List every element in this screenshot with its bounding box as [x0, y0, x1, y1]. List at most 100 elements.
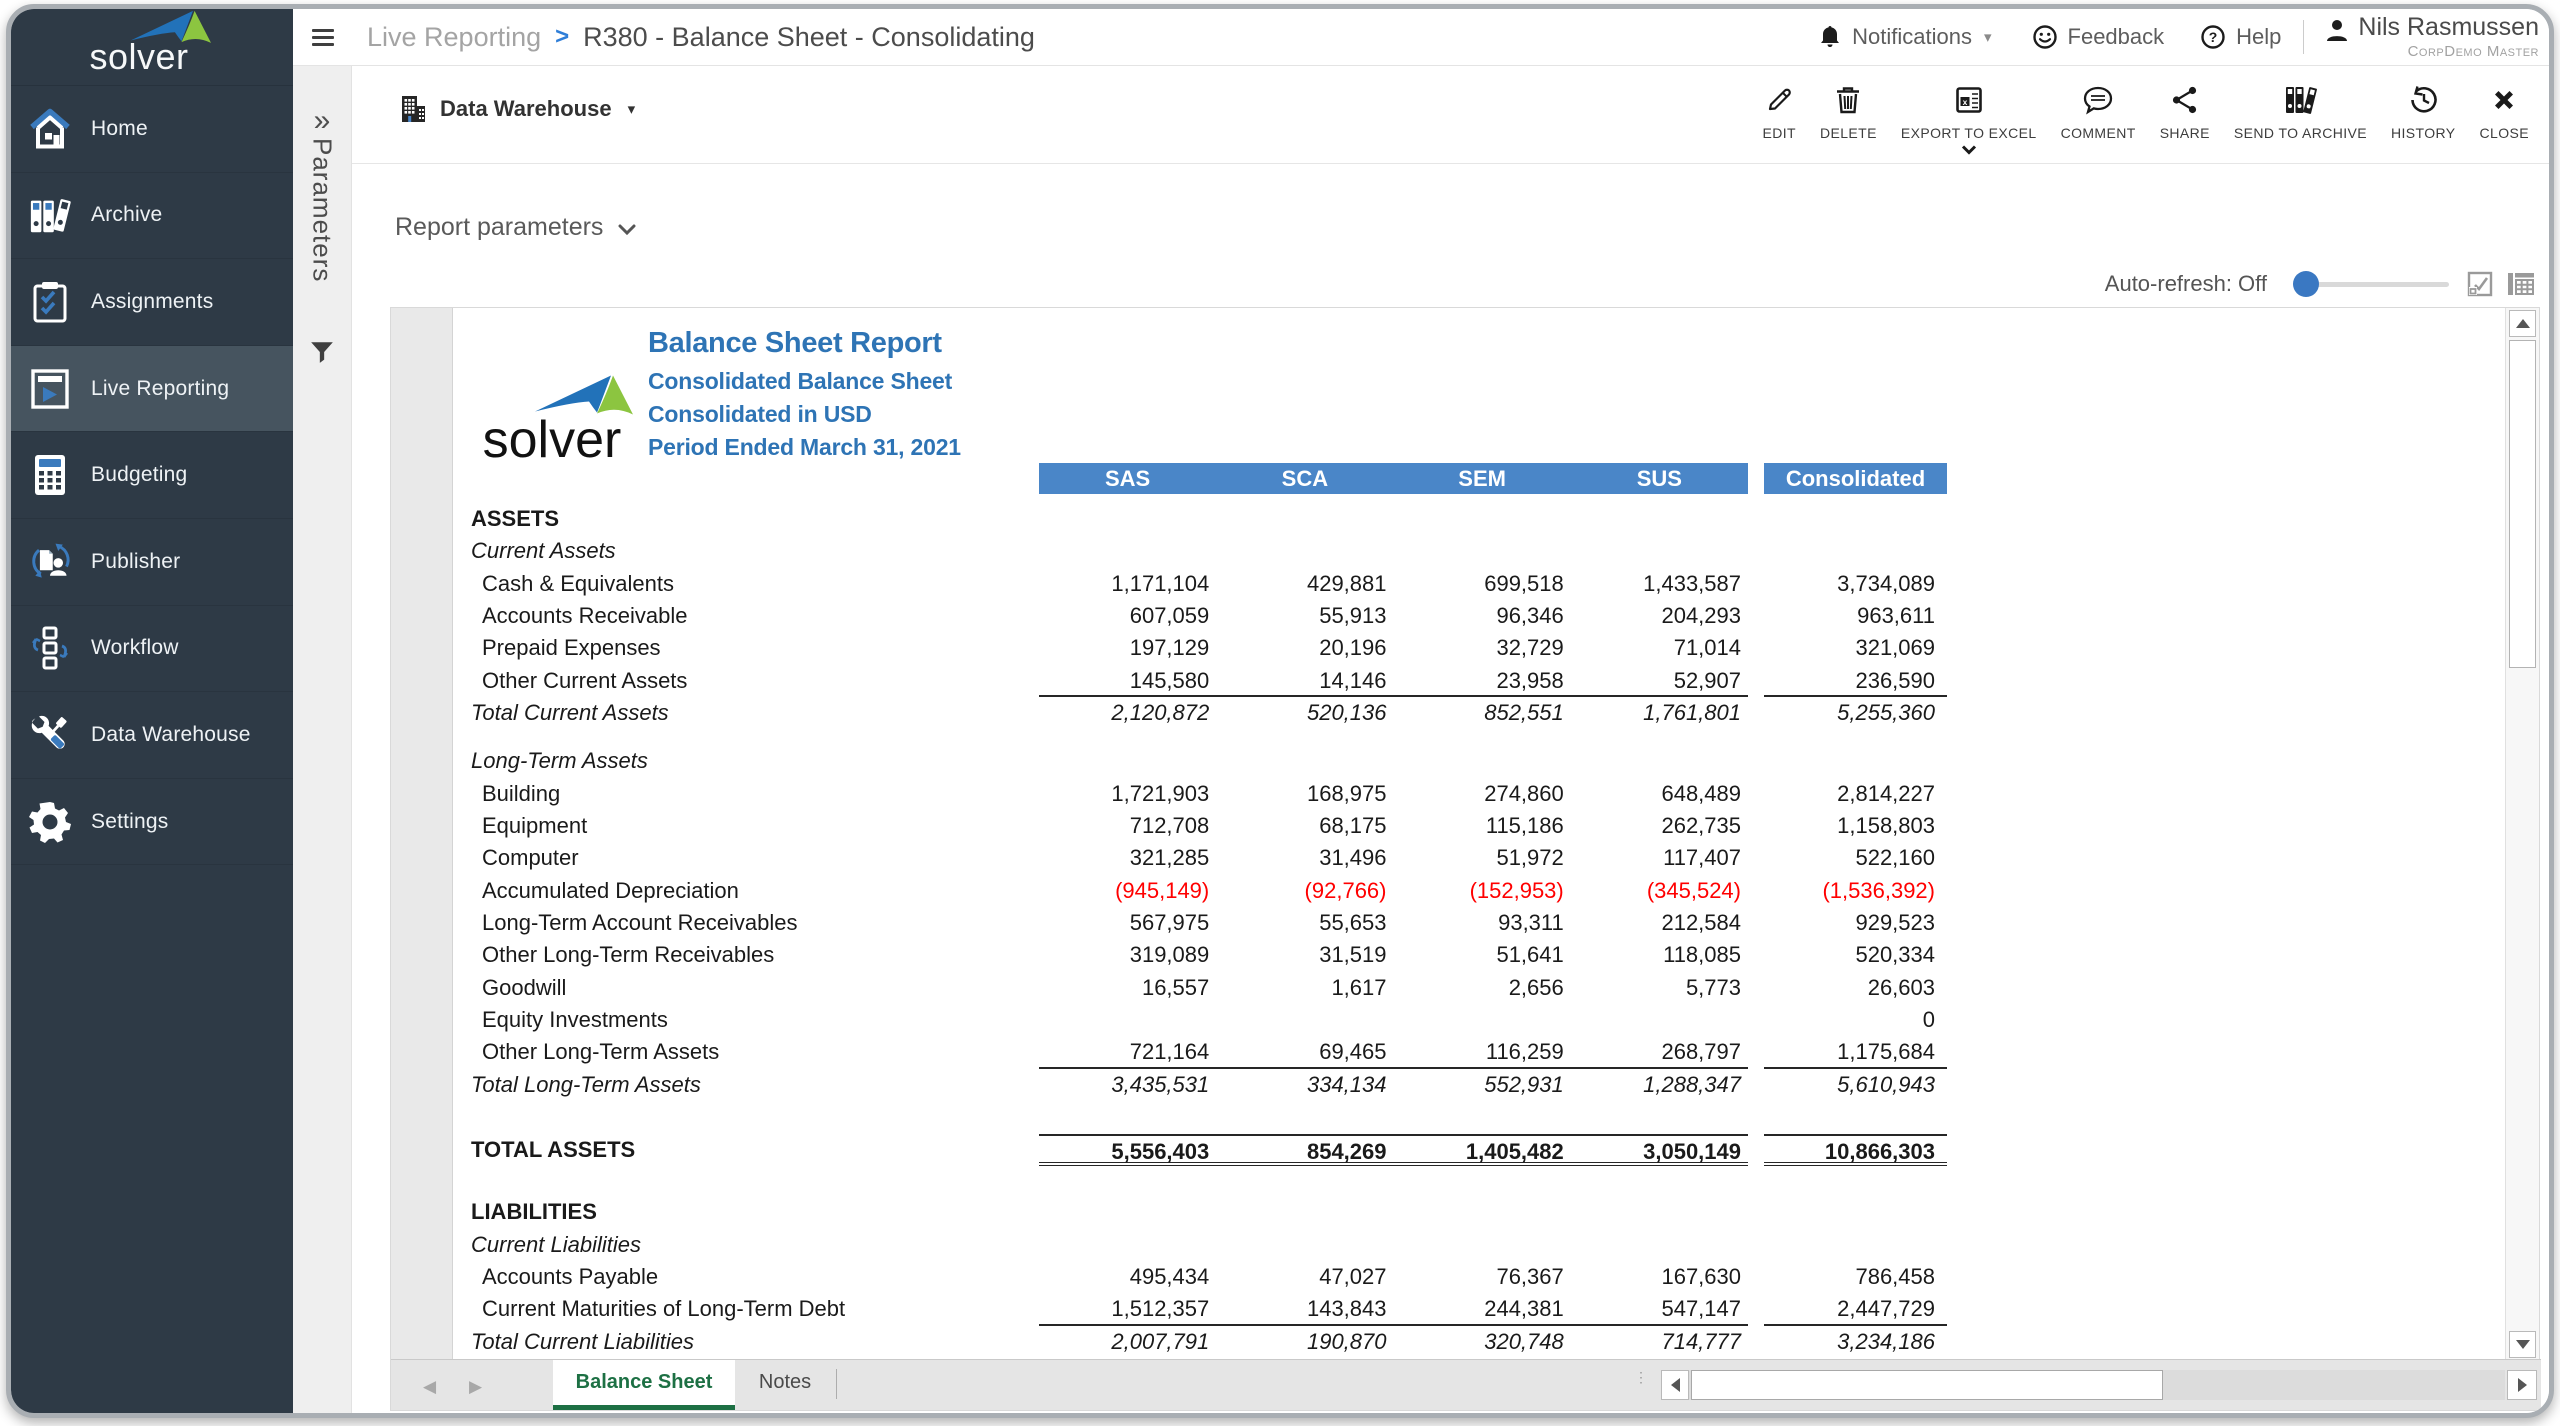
table-spacer [453, 729, 2506, 745]
sidebar-item-assignments[interactable]: Assignments [11, 259, 293, 346]
app-window: solver Home Archive Assignments Live Rep… [6, 4, 2554, 1418]
row-value: (152,953) [1469, 877, 1564, 903]
row-value: 2,656 [1508, 974, 1564, 1000]
sheet-tab-notes[interactable]: Notes [735, 1360, 835, 1405]
report-row: Equipment 712,708 68,175 115,186 262,735 1,15… [453, 810, 2506, 842]
report-parameters-toggle[interactable]: Report parameters [395, 213, 637, 242]
share-button[interactable]: SHARE [2148, 83, 2222, 141]
report-subtitle-2: Consolidated in USD [648, 401, 872, 427]
row-values-group: 1,171,104 429,881 699,518 1,433,587 [1039, 568, 1748, 600]
select-parameters-icon[interactable] [2467, 271, 2493, 297]
row-consolidated-value [1764, 1229, 1947, 1261]
row-values-group: 16,557 1,617 2,656 5,773 [1039, 972, 1748, 1004]
row-values-group: 321,285 31,496 51,972 117,407 [1039, 842, 1748, 874]
row-values-group [1039, 1196, 1748, 1228]
row-label: Long-Term Assets [471, 748, 648, 774]
parameters-rail-label[interactable]: Parameters [307, 138, 338, 282]
row-consolidated-value: 10,866,303 [1764, 1133, 1947, 1167]
column-gap [1748, 875, 1764, 907]
close-button[interactable]: CLOSE [2468, 83, 2541, 141]
row-value: 55,913 [1319, 602, 1387, 628]
row-value [1571, 745, 1748, 777]
feedback-button[interactable]: Feedback [2032, 24, 2164, 50]
help-label: Help [2236, 24, 2282, 49]
export-to-excel-button[interactable]: x EXPORT TO EXCEL [1889, 83, 2049, 160]
row-value: 712,708 [1129, 812, 1210, 838]
menu-bar [312, 42, 334, 46]
row-consolidated-value: 1,175,684 [1764, 1036, 1947, 1069]
row-value: 143,843 [1306, 1296, 1387, 1322]
sidebar-item-workflow[interactable]: Workflow [11, 606, 293, 693]
row-value: 197,129 [1129, 635, 1210, 661]
scroll-up-button[interactable] [2509, 310, 2536, 337]
sidebar-item-archive[interactable]: Archive [11, 173, 293, 260]
row-value [1394, 745, 1571, 777]
row-values-group: 145,580 14,146 23,958 52,907 [1039, 665, 1748, 697]
report-row: Cash & Equivalents 1,171,104 429,881 699,51… [453, 568, 2506, 600]
breadcrumb-section[interactable]: Live Reporting [367, 22, 541, 53]
row-value: 268,797 [1661, 1039, 1741, 1065]
row-value: 2,120,872 [1111, 699, 1210, 725]
row-label: Current Liabilities [471, 1231, 641, 1257]
row-value [1216, 503, 1393, 535]
assignments-icon [28, 280, 72, 324]
scroll-down-button[interactable] [2509, 1331, 2536, 1358]
data-source-label: Data Warehouse [440, 96, 612, 121]
row-value [1394, 503, 1571, 535]
row-value [1571, 1229, 1748, 1261]
solver-logo[interactable]: solver [11, 9, 293, 86]
tab-strip-resize-handle[interactable]: ⋮ [1634, 1370, 1648, 1384]
column-gap [1748, 972, 1764, 1004]
row-values-group: 495,434 47,027 76,367 167,630 [1039, 1261, 1748, 1293]
row-value [1216, 745, 1393, 777]
report-row: Equity Investments 0 [453, 1004, 2506, 1036]
row-value: 145,580 [1129, 667, 1210, 693]
comment-button[interactable]: COMMENT [2049, 83, 2148, 141]
row-value: 1,761,801 [1643, 699, 1741, 725]
horizontal-scroll-thumb[interactable] [1691, 1370, 2163, 1400]
send-to-archive-button[interactable]: SEND TO ARCHIVE [2222, 83, 2379, 141]
hscroll-right-button[interactable] [2507, 1370, 2537, 1400]
sheet-tab-balance-sheet[interactable]: Balance Sheet [553, 1360, 735, 1410]
row-value: 1,512,357 [1111, 1296, 1210, 1322]
row-value: 23,958 [1496, 667, 1564, 693]
row-values-group [1039, 535, 1748, 567]
user-menu[interactable]: Nils Rasmussen CorpDemo Master [2324, 15, 2539, 59]
data-source-selector[interactable]: Data Warehouse ▾ [399, 94, 635, 124]
auto-refresh-slider[interactable] [2293, 271, 2449, 297]
vertical-scroll-thumb[interactable] [2509, 340, 2536, 668]
menu-icon[interactable] [312, 25, 334, 50]
workflow-icon [28, 626, 72, 670]
history-button[interactable]: HISTORY [2379, 83, 2468, 141]
toolbar-action-label: DELETE [1820, 125, 1877, 141]
help-button[interactable]: ? Help [2200, 24, 2281, 50]
menu-bar [312, 35, 334, 39]
grid-view-icon[interactable] [2507, 271, 2535, 297]
table-spacer [453, 1166, 2506, 1196]
delete-button[interactable]: DELETE [1808, 83, 1889, 141]
export-excel-icon: x [1954, 83, 1984, 117]
sidebar-item-settings[interactable]: Settings [11, 779, 293, 866]
auto-refresh-slider-knob[interactable] [2293, 271, 2319, 297]
sidebar-item-data-warehouse[interactable]: Data Warehouse [11, 692, 293, 779]
edit-button[interactable]: EDIT [1751, 83, 1809, 141]
notifications-button[interactable]: Notifications ▾ [1818, 24, 1992, 50]
row-label: Other Long-Term Receivables [482, 942, 775, 968]
sheet-margin [391, 308, 453, 1360]
sidebar-item-label: Live Reporting [91, 376, 230, 400]
sidebar-item-budgeting[interactable]: Budgeting [11, 432, 293, 519]
topbar-divider [2303, 20, 2305, 54]
filter-icon[interactable] [309, 339, 335, 365]
report-subtitle-3: Period Ended March 31, 2021 [648, 434, 961, 460]
row-value: 31,519 [1319, 942, 1387, 968]
hscroll-left-button[interactable] [1661, 1370, 1689, 1400]
expand-parameters-button[interactable]: » [293, 106, 351, 136]
report-row: TOTAL ASSETS 5,556,403 854,269 1,405,482 3,0… [453, 1133, 2506, 1167]
sidebar-item-home[interactable]: Home [11, 86, 293, 173]
sidebar-item-publisher[interactable]: Publisher [11, 519, 293, 606]
row-consolidated-value: 5,255,360 [1837, 699, 1935, 725]
vertical-scrollbar[interactable] [2505, 308, 2539, 1361]
tab-scroll-left-icon[interactable]: ◀ [423, 1377, 436, 1397]
sidebar-item-live-reporting[interactable]: Live Reporting [11, 345, 293, 433]
tab-scroll-right-icon[interactable]: ▶ [469, 1377, 482, 1397]
